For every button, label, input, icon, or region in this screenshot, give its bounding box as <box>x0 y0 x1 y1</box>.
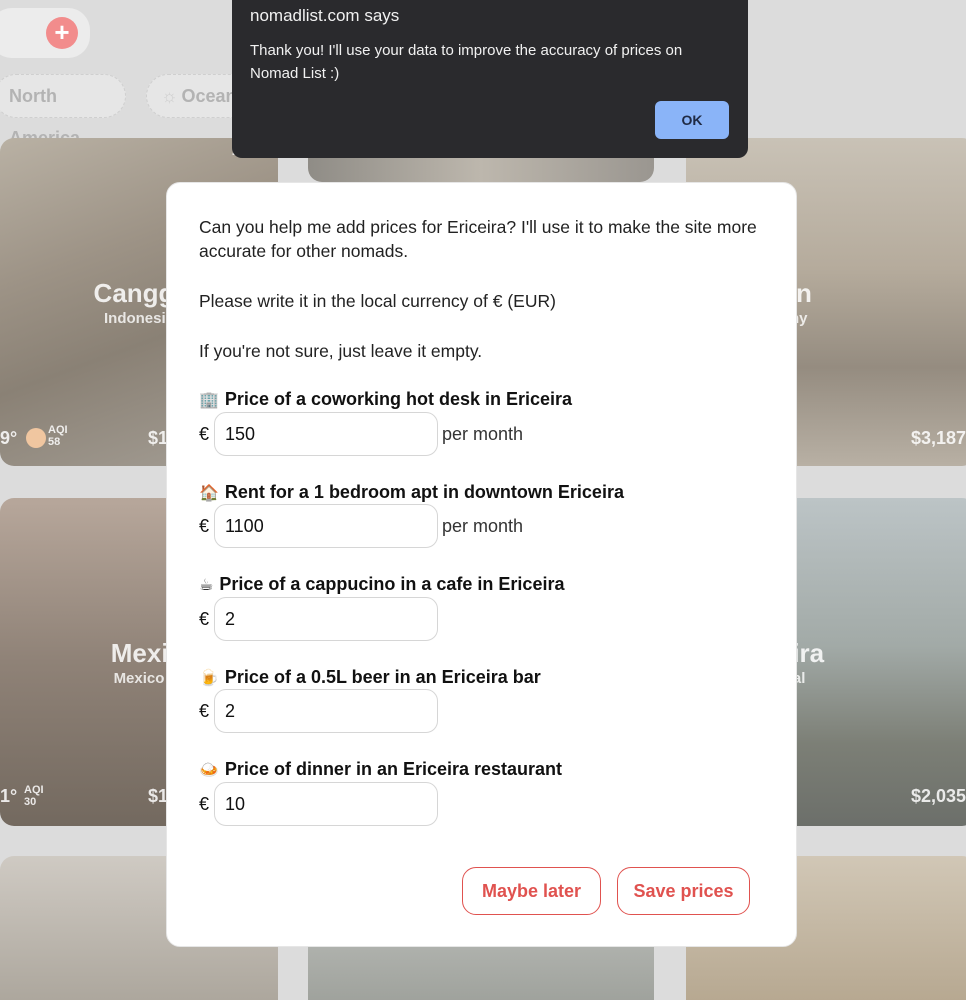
euro-symbol: € <box>199 516 210 536</box>
euro-symbol: € <box>199 701 210 721</box>
dinner-price-input[interactable] <box>214 782 438 826</box>
rent-label-text: Rent for a 1 bedroom apt in downtown Eri… <box>224 482 624 502</box>
maybe-later-button[interactable]: Maybe later <box>462 867 601 915</box>
modal-intro: Can you help me add prices for Ericeira?… <box>199 217 757 261</box>
aqi-value: 58 <box>48 436 61 448</box>
house-icon: 🏠 <box>199 485 219 502</box>
beer-price-input[interactable] <box>214 689 438 733</box>
ok-button[interactable]: OK <box>655 101 729 139</box>
beer-label-text: Price of a 0.5L beer in an Ericeira bar <box>224 667 541 687</box>
aqi-label: AQI <box>48 424 68 436</box>
cappucino-label-text: Price of a cappucino in a cafe in Ericei… <box>219 574 565 594</box>
city-price: $3,187 <box>910 428 966 448</box>
currency-note: Please write it in the local currency of… <box>199 291 556 311</box>
empty-hint: If you're not sure, just leave it empty. <box>199 341 483 361</box>
aqi-label: AQI <box>24 784 44 796</box>
euro-symbol: € <box>199 609 210 629</box>
plus-icon[interactable]: + <box>46 17 78 49</box>
alert-message: Thank you! I'll use your data to improve… <box>250 42 683 82</box>
dinner-label: 🍛 Price of dinner in an Ericeira restaura… <box>199 759 562 780</box>
rent-price-input[interactable] <box>214 504 438 548</box>
aqi-value: 30 <box>24 796 37 808</box>
rent-label: 🏠 Rent for a 1 bedroom apt in downtown Er… <box>199 482 624 503</box>
office-building-icon: 🏢 <box>199 392 219 409</box>
temperature: 9° <box>0 428 18 448</box>
dinner-label-text: Price of dinner in an Ericeira restauran… <box>224 759 563 779</box>
per-month-label: per month <box>442 516 524 536</box>
cappucino-price-input[interactable] <box>214 597 438 641</box>
euro-symbol: € <box>199 794 210 814</box>
euro-symbol: € <box>199 424 210 444</box>
per-month-label: per month <box>442 424 524 444</box>
wave-icon: ☼ <box>161 86 178 106</box>
save-prices-button[interactable]: Save prices <box>617 867 750 915</box>
coffee-icon: ☕ <box>199 577 214 594</box>
aqi-face-icon <box>26 428 46 448</box>
curry-icon: 🍛 <box>199 762 219 779</box>
browser-alert-dialog: nomadlist.com says Thank you! I'll use y… <box>232 0 748 158</box>
coworking-label-text: Price of a coworking hot desk in Ericeir… <box>224 389 573 409</box>
temperature: 1° <box>0 786 18 806</box>
alert-title: nomadlist.com says <box>250 6 400 25</box>
coworking-price-input[interactable] <box>214 412 438 456</box>
coworking-label: 🏢 Price of a coworking hot desk in Ericei… <box>199 389 572 410</box>
beer-label: 🍺 Price of a 0.5L beer in an Ericeira bar <box>199 667 541 688</box>
cappucino-label: ☕ Price of a cappucino in a cafe in Erice… <box>199 574 564 595</box>
filter-north-america[interactable]: North America <box>0 74 126 148</box>
city-price: $2,035 <box>910 786 966 806</box>
beer-icon: 🍺 <box>199 670 219 687</box>
add-prices-modal: Can you help me add prices for Ericeira?… <box>166 182 797 947</box>
